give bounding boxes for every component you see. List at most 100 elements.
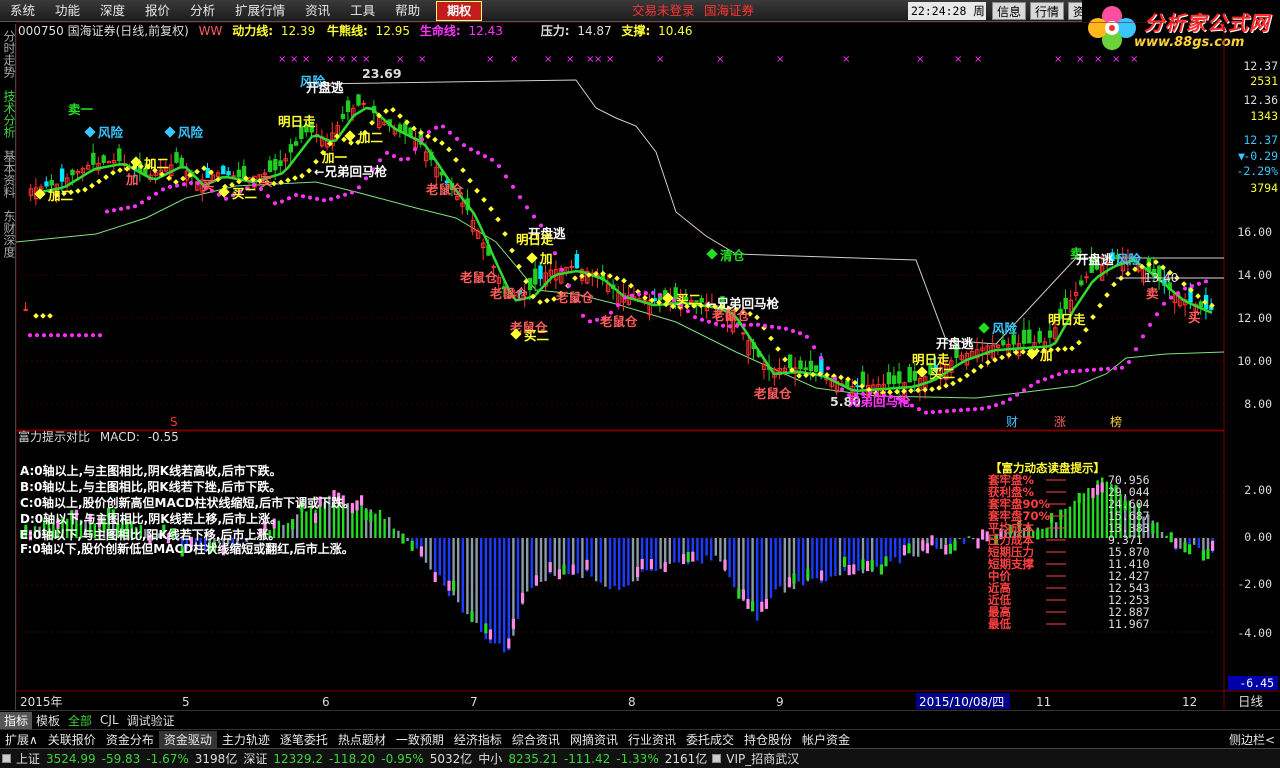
menu-news[interactable]: 资讯: [295, 0, 340, 22]
finance-badge[interactable]: 财: [1006, 415, 1018, 429]
candle-body: [1079, 280, 1084, 286]
power-line-label: 动力线:: [232, 23, 273, 38]
limit-up-badge[interactable]: 涨: [1054, 414, 1066, 429]
menu-function[interactable]: 功能: [45, 0, 90, 22]
info-button[interactable]: 信息: [992, 2, 1027, 20]
macd-bar: [834, 538, 837, 577]
macd-bar: [576, 538, 579, 574]
tab-template[interactable]: 模板: [32, 712, 64, 729]
menu-system[interactable]: 系统: [0, 0, 45, 22]
quote-value-3: 12.36: [1243, 93, 1278, 107]
tab-account-funds[interactable]: 帐户资金: [797, 731, 855, 748]
candle-body: [907, 366, 912, 383]
bull-bear-dot: [453, 157, 459, 163]
tab-related-quote[interactable]: 关联报价: [43, 731, 101, 748]
sh-label[interactable]: 上证: [13, 750, 43, 767]
life-line-dot: [1155, 312, 1159, 317]
tab-consensus[interactable]: 一致预期: [391, 731, 449, 748]
macd-note-b: B:0轴以上,与主图相比,阳K线若下挫,后市下跌。: [20, 479, 281, 494]
tab-cjl[interactable]: CJL: [96, 713, 123, 727]
tab-debug[interactable]: 调试验证: [123, 712, 179, 729]
zx-change: -111.42: [563, 751, 611, 766]
macd-bar: [567, 538, 570, 574]
chart-area[interactable]: 000750 国海证券(日线,前复权) WW 动力线: 12.39 牛熊线: 1…: [16, 22, 1280, 710]
macd-bar: [493, 538, 497, 644]
tab-fund-distribution[interactable]: 资金分布: [101, 731, 159, 748]
login-status[interactable]: 交易未登录: [632, 0, 695, 22]
bull-bear-dot: [432, 136, 438, 143]
tab-orders[interactable]: 委托成交: [681, 731, 739, 748]
macd-signal-candle: [355, 500, 359, 511]
tab-hot-topic[interactable]: 热点题材: [333, 731, 391, 748]
tab-fund-drive[interactable]: 资金驱动: [158, 730, 217, 748]
life-line-dot: [476, 150, 480, 155]
tab-industry-news[interactable]: 行业资讯: [623, 731, 681, 748]
risk-diamond-icon: [164, 126, 176, 138]
price-tick-10: 10.00: [1237, 354, 1272, 368]
macd-bar: [802, 538, 805, 586]
candle-body: [288, 144, 294, 153]
period-label[interactable]: 日线: [1238, 694, 1264, 709]
tab-technical[interactable]: 技术分析: [1, 90, 16, 138]
life-line-dot: [1134, 347, 1138, 352]
sz-percent: -0.95%: [381, 751, 424, 766]
macd-bar: [705, 538, 708, 556]
tab-web-news[interactable]: 网摘资讯: [565, 731, 623, 748]
tab-positions[interactable]: 持仓股份: [739, 731, 797, 748]
brother-signal-label: ←兄弟回马枪: [314, 164, 387, 179]
market-button[interactable]: 行情: [1030, 2, 1065, 20]
tab-intraday[interactable]: 分时走势: [1, 30, 16, 78]
life-line-dot: [266, 194, 270, 199]
menu-analysis[interactable]: 分析: [180, 0, 225, 22]
macd-bar: [397, 530, 400, 538]
clock-display: 22:24:28 周五: [908, 2, 986, 36]
add-one-label: 加一: [321, 150, 348, 165]
tab-eastmoney-depth[interactable]: 东财深度: [1, 210, 16, 258]
tab-order-detail[interactable]: 逐笔委托: [275, 731, 333, 748]
macd-bar: [797, 538, 800, 582]
candle-body: [1063, 298, 1068, 310]
tab-economic[interactable]: 经济指标: [449, 731, 507, 748]
tab-fundamentals[interactable]: 基本资料: [1, 150, 16, 198]
menu-extended-market[interactable]: 扩展行情: [225, 0, 295, 22]
life-line-dot: [707, 319, 711, 324]
macd-bar: [958, 538, 961, 539]
bull-bear-dot: [292, 175, 298, 181]
tab-indicator[interactable]: 指标: [0, 711, 33, 729]
macd-signal-candle: [1059, 509, 1063, 520]
life-line-dot: [994, 403, 998, 408]
macd-bar: [829, 538, 832, 577]
bull-bear-dot: [985, 359, 991, 366]
life-line-dot: [623, 295, 627, 300]
macd-signal-candle: [852, 564, 856, 575]
tab-general-news[interactable]: 综合资讯: [507, 731, 565, 748]
buy-diamond-icon: [916, 366, 928, 378]
macd-bar: [544, 538, 547, 582]
candle-body: [101, 155, 106, 163]
ranking-badge[interactable]: 榜: [1110, 414, 1122, 429]
options-button[interactable]: 期权: [436, 0, 483, 21]
menu-tools[interactable]: 工具: [340, 0, 385, 22]
menu-depth[interactable]: 深度: [90, 0, 135, 22]
life-line-dot: [35, 333, 39, 338]
menu-help[interactable]: 帮助: [385, 0, 430, 22]
macd-bar: [677, 538, 681, 563]
life-line-dot: [49, 333, 53, 338]
macd-signal-candle: [907, 543, 911, 554]
macd-signal-candle: [571, 564, 575, 575]
signal-x-mark: ×: [338, 54, 346, 65]
sz-label[interactable]: 深证: [240, 750, 270, 767]
bull-bear-dot: [838, 374, 844, 381]
bull-bear-dot: [768, 335, 774, 342]
tab-expand[interactable]: 扩展∧: [0, 731, 43, 748]
tab-all[interactable]: 全部: [64, 712, 96, 729]
menu-quote[interactable]: 报价: [135, 0, 180, 22]
macd-bar: [516, 538, 520, 619]
sidebar-toggle[interactable]: 侧边栏<: [1224, 731, 1280, 748]
tab-main-track[interactable]: 主力轨迹: [217, 731, 275, 748]
vip-label[interactable]: VIP_招商武汉: [723, 750, 802, 767]
bull-bear-value: 12.95: [376, 24, 410, 38]
zx-label[interactable]: 中小: [475, 750, 505, 767]
month-8: 8: [628, 695, 636, 709]
macd-bar: [774, 538, 777, 590]
